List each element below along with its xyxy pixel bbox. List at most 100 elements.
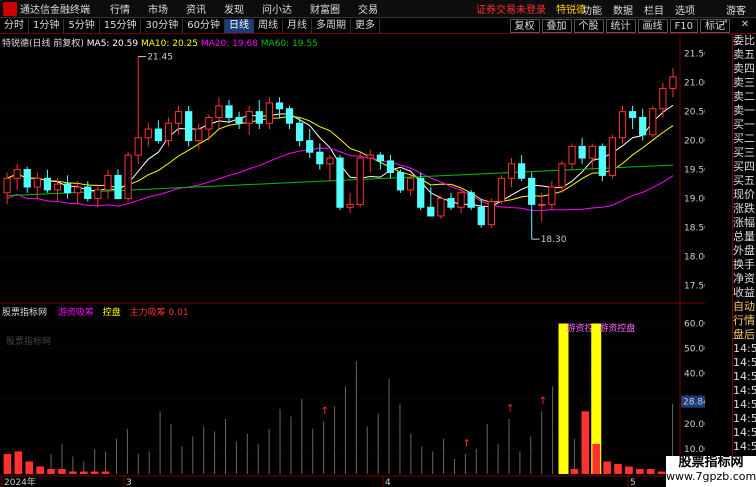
candle-body: [84, 186, 92, 200]
f10-button[interactable]: F10: [669, 19, 698, 33]
menu-columns[interactable]: 栏目: [644, 2, 664, 17]
candle-body: [3, 177, 11, 194]
kline-chart[interactable]: 21.50 21.00 20.50 20.00 19.50 19.00 18.50 18.00…: [0, 34, 705, 487]
menu-wealth[interactable]: 财富圈: [310, 1, 340, 16]
stats-button[interactable]: 统计: [605, 19, 636, 33]
window-restore-icon[interactable]: ⤢: [712, 19, 734, 33]
candle-body: [104, 174, 112, 191]
candle-body: [205, 116, 213, 130]
quote-field-28: 14:50: [733, 426, 756, 439]
candle-body: [376, 154, 384, 162]
menu-options[interactable]: 选项: [675, 2, 695, 17]
candle-body: [275, 102, 284, 110]
candle-body: [336, 157, 344, 208]
signal-column: [558, 323, 569, 474]
signal-label: 游资控盘: [599, 322, 635, 334]
candle-body: [568, 145, 576, 165]
quote-field-5: 卖一: [733, 104, 755, 117]
candle-body: [417, 177, 425, 208]
period-more[interactable]: 更多: [351, 18, 380, 33]
candle-body: [245, 111, 253, 124]
menu-quotes[interactable]: 行情: [110, 1, 130, 16]
period-1min[interactable]: 1分钟: [29, 18, 65, 33]
indicator-tick: 40.00: [684, 370, 705, 380]
quote-field-16: 换手: [733, 258, 755, 271]
up-arrow-icon: ↑: [321, 406, 329, 417]
period-daily[interactable]: 日线: [224, 18, 254, 33]
quote-field-9: 买四: [733, 160, 755, 173]
period-30min[interactable]: 30分钟: [141, 18, 184, 33]
candle-body: [94, 189, 102, 200]
price-tick: 17.50: [684, 282, 705, 292]
menu-ask[interactable]: 问小达: [262, 1, 292, 16]
period-timeshare[interactable]: 分时: [0, 18, 29, 33]
period-15min[interactable]: 15分钟: [100, 18, 142, 33]
candle-body: [558, 163, 566, 188]
candle-body: [437, 198, 445, 217]
menu-bar: 通达信金融终端 行情 市场 资讯 发现 问小达 财富圈 交易 证券交易未登录 特…: [0, 0, 756, 18]
period-multi[interactable]: 多周期: [312, 18, 351, 33]
indicator-red-bar: [25, 461, 34, 474]
menu-news[interactable]: 资讯: [186, 1, 206, 16]
quote-field-4: 卖二: [733, 90, 755, 103]
candle-body: [144, 128, 152, 139]
indicator-tick: 60.00: [684, 320, 705, 330]
candle-body: [598, 145, 606, 176]
candle-body: [164, 122, 173, 142]
indicator-tick: 10.00: [684, 445, 705, 455]
candle-body: [669, 76, 677, 89]
candle-body: [588, 145, 596, 159]
menu-guest[interactable]: 游客: [726, 2, 746, 17]
quote-field-25: 14:50: [733, 384, 756, 397]
login-status[interactable]: 证券交易未登录: [476, 1, 546, 16]
indicator-red-bar: [14, 451, 23, 474]
low-label: 18.30: [541, 235, 567, 245]
candle-body: [255, 111, 263, 124]
overlay-button[interactable]: 叠加: [541, 19, 572, 33]
candle-body: [154, 128, 163, 142]
close-icon[interactable]: ✕: [734, 19, 756, 33]
quote-field-18: 收益: [733, 286, 755, 299]
candle-body: [366, 154, 374, 159]
indicator-tick: 50.00: [684, 345, 705, 355]
date-label: 5: [630, 478, 636, 487]
site-watermark: 股票指标网 www.7gpzb.com: [666, 456, 756, 487]
period-monthly[interactable]: 月线: [283, 18, 312, 33]
up-arrow-icon: ↑: [506, 403, 514, 414]
period-60min[interactable]: 60分钟: [183, 18, 225, 33]
candle-body: [477, 206, 485, 226]
menu-data[interactable]: 数据: [613, 2, 633, 17]
candle-body: [639, 116, 647, 136]
indicator-series-3: 主力吸筹 0.01: [129, 308, 189, 318]
menu-function[interactable]: 功能: [582, 2, 602, 17]
ma5-legend: MA5: 20.59: [86, 39, 139, 49]
period-weekly[interactable]: 周线: [254, 18, 283, 33]
quote-field-27: 14:50: [733, 412, 756, 425]
indicator-name[interactable]: 股票指标网: [2, 308, 47, 318]
indicator-legend: 股票指标网 游资吸筹 控盘 主力吸筹 0.01: [2, 305, 189, 318]
menu-discover[interactable]: 发现: [224, 1, 244, 16]
app-logo: [3, 1, 17, 16]
price-tick: 19.50: [684, 166, 705, 176]
candle-body: [517, 163, 526, 179]
candle-body: [33, 177, 41, 188]
candle-body: [497, 177, 506, 202]
indicator-series-2: 控盘: [102, 308, 121, 318]
ma20-legend: MA20: 19.68: [200, 39, 258, 49]
stock-button[interactable]: 个股: [573, 19, 604, 33]
period-5min[interactable]: 5分钟: [64, 18, 100, 33]
indicator-red-bar: [625, 466, 633, 474]
candle-body: [185, 111, 193, 142]
up-arrow-icon: ↑: [462, 438, 470, 449]
draw-button[interactable]: 画线: [637, 19, 668, 33]
indicator-series-1: 游资吸筹: [57, 308, 94, 318]
price-tick: 20.50: [684, 108, 705, 118]
adjust-button[interactable]: 复权: [509, 19, 540, 33]
menu-trade[interactable]: 交易: [358, 1, 378, 16]
candle-body: [386, 160, 395, 173]
menu-market[interactable]: 市场: [148, 1, 168, 16]
indicator-red-bar: [3, 453, 12, 474]
quote-panel: 委比 卖五 卖四 卖三 卖二 卖一 买一 买二 买三 买四 买五 现价 涨跌 涨幅 总量 外盘 换手 净资 收益 自动…: [732, 34, 756, 487]
candle-body: [346, 203, 354, 208]
quote-field-29: 14:50: [733, 440, 756, 453]
